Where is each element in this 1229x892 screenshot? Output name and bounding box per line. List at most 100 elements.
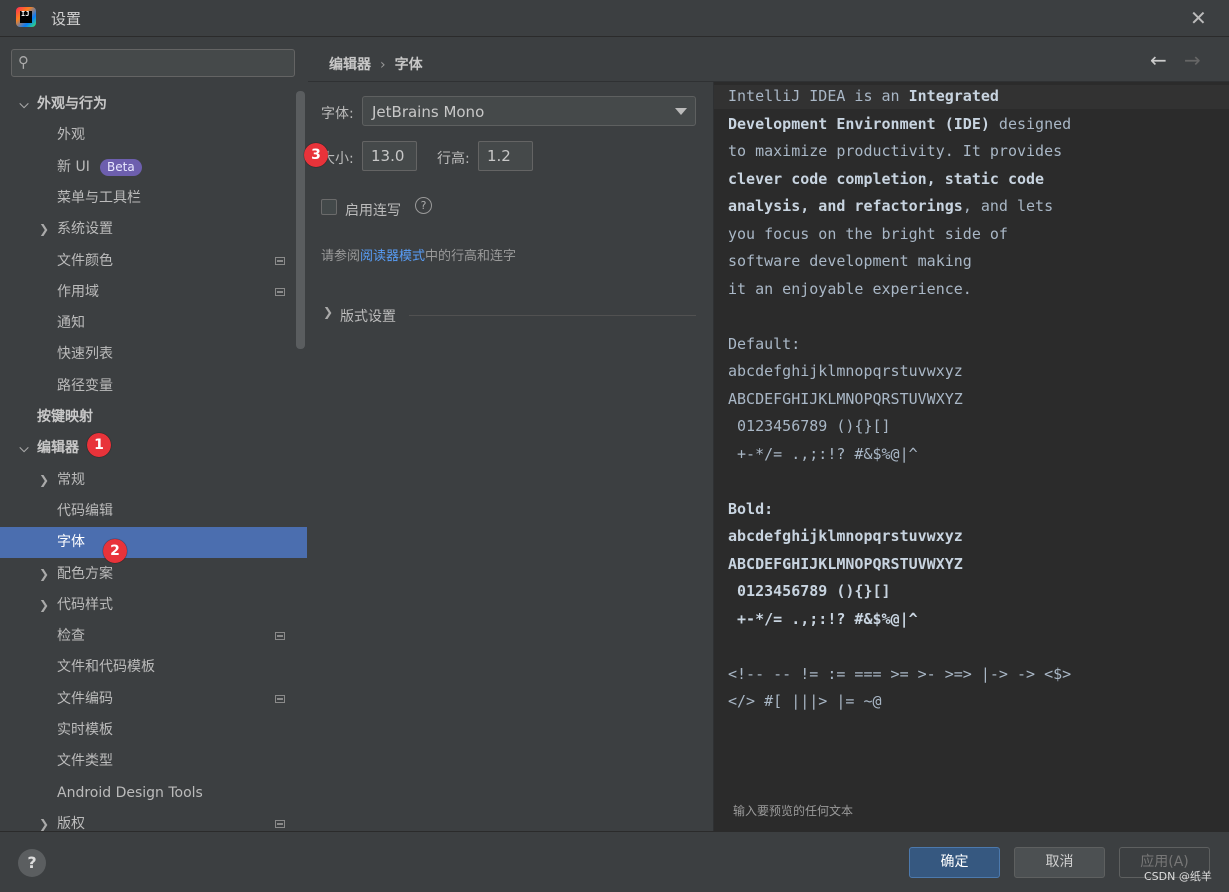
search-icon: ⚲ xyxy=(18,53,29,71)
sidebar-item[interactable]: ⌵ 编辑器 xyxy=(0,433,307,464)
search-input[interactable] xyxy=(40,52,294,76)
forward-arrow-icon[interactable]: → xyxy=(1184,48,1201,72)
sidebar-item-label: 路径变量 xyxy=(57,377,113,394)
sidebar-item-label: 文件和代码模板 xyxy=(57,659,155,676)
sidebar-item[interactable]: 字体 xyxy=(0,527,307,559)
dropdown-arrow-icon xyxy=(675,108,687,115)
sidebar-item[interactable]: 快速列表 xyxy=(0,339,307,370)
section-divider xyxy=(409,315,696,316)
sidebar-item-label: 字体 xyxy=(57,534,85,551)
sidebar-scrollbar[interactable] xyxy=(296,91,305,349)
reader-note-prefix: 请参阅 xyxy=(321,249,361,264)
close-icon[interactable]: ✕ xyxy=(1190,6,1207,30)
sidebar-item-label: 配色方案 xyxy=(57,565,113,582)
sidebar-item[interactable]: ❯ 常规 xyxy=(0,465,307,496)
sidebar-item[interactable]: 路径变量 xyxy=(0,371,307,402)
sidebar-item[interactable]: 文件颜色 xyxy=(0,246,307,277)
sidebar-item-label: 文件类型 xyxy=(57,753,113,770)
ok-button[interactable]: 确定 xyxy=(909,847,1000,878)
sidebar-item-label: 常规 xyxy=(57,471,85,488)
sidebar-item-label: 编辑器 xyxy=(37,440,79,457)
line-height-field[interactable] xyxy=(478,141,533,171)
chevron-right-icon[interactable]: ❯ xyxy=(323,305,333,319)
preview-hint: 输入要预览的任何文本 xyxy=(733,804,854,818)
layout-settings-section[interactable]: 版式设置 xyxy=(340,306,396,326)
preview-text[interactable]: IntelliJ IDEA is an Integrated Developme… xyxy=(728,83,1223,716)
intellij-logo-icon: IJ xyxy=(16,7,36,27)
line-height-label: 行高: xyxy=(437,151,470,167)
page-icon xyxy=(275,256,285,265)
sidebar-item-label: 实时模板 xyxy=(57,722,113,738)
sidebar-item-label: 新 UI xyxy=(57,158,90,175)
help-button[interactable]: ? xyxy=(18,849,46,877)
settings-search[interactable]: ⚲ xyxy=(11,49,295,77)
sidebar-item-label: 外观与行为 xyxy=(37,96,107,112)
sidebar-item[interactable]: 外观 xyxy=(0,120,307,151)
font-dropdown[interactable]: JetBrains Mono xyxy=(362,96,696,126)
breadcrumb-parent[interactable]: 编辑器 xyxy=(329,57,371,73)
sidebar-item[interactable]: 通知 xyxy=(0,308,307,339)
line-height-input[interactable] xyxy=(479,142,532,170)
chevron-right-icon[interactable]: ❯ xyxy=(37,465,51,496)
back-arrow-icon[interactable]: ← xyxy=(1150,48,1167,72)
title-bar: IJ 设置 ✕ xyxy=(0,0,1229,37)
panel-header: 编辑器 › 字体 ← → xyxy=(308,37,1229,82)
reader-mode-link[interactable]: 阅读器模式 xyxy=(360,249,425,264)
sidebar-item-label: 菜单与工具栏 xyxy=(57,189,141,206)
sidebar-item-label: 版权 xyxy=(57,815,85,831)
sidebar-item-label: 通知 xyxy=(57,315,85,332)
sidebar-item[interactable]: ❯ 系统设置 xyxy=(0,214,307,245)
sidebar-item-label: 系统设置 xyxy=(57,221,113,238)
ligatures-label[interactable]: 启用连写 xyxy=(345,200,401,220)
sidebar-item[interactable]: Android Design Tools xyxy=(0,778,307,809)
sidebar-item[interactable]: 按键映射 xyxy=(0,402,307,433)
chevron-right-icon[interactable]: ❯ xyxy=(37,559,51,590)
sidebar-item[interactable]: 文件类型 xyxy=(0,746,307,777)
annotation-marker-3: 3 xyxy=(304,143,328,167)
font-size-field[interactable] xyxy=(362,141,417,171)
sidebar-item[interactable]: 新 UI Beta xyxy=(0,152,307,183)
sidebar-item[interactable]: 检查 xyxy=(0,621,307,652)
sidebar-item[interactable]: ❯ 版权 xyxy=(0,809,307,831)
sidebar-item[interactable]: ⌵ 外观与行为 xyxy=(0,89,307,120)
reader-note-suffix: 中的行高和连字 xyxy=(425,249,517,264)
beta-badge: Beta xyxy=(100,158,142,176)
sidebar-item-label: Android Design Tools xyxy=(57,784,203,801)
breadcrumb-current: 字体 xyxy=(394,57,423,73)
font-settings-panel: 字体: JetBrains Mono 大小: 行高: 启用连写 ? 请参阅阅读器… xyxy=(308,82,712,831)
sidebar-item[interactable]: ❯ 代码样式 xyxy=(0,590,307,621)
cancel-button[interactable]: 取消 xyxy=(1014,847,1105,878)
chevron-right-icon[interactable]: ❯ xyxy=(37,809,51,831)
chevron-down-icon[interactable]: ⌵ xyxy=(17,433,31,464)
font-dropdown-value: JetBrains Mono xyxy=(372,103,485,121)
font-preview[interactable]: IntelliJ IDEA is an Integrated Developme… xyxy=(713,82,1229,831)
sidebar-item[interactable]: 文件和代码模板 xyxy=(0,652,307,683)
font-label: 字体: xyxy=(321,106,354,122)
help-circle-icon[interactable]: ? xyxy=(415,197,432,214)
ligatures-checkbox[interactable] xyxy=(321,199,337,215)
page-icon xyxy=(275,694,285,703)
breadcrumb-separator: › xyxy=(380,57,386,73)
sidebar-item[interactable]: 代码编辑 xyxy=(0,496,307,527)
sidebar-item-label: 外观 xyxy=(57,127,85,144)
sidebar-item[interactable]: 文件编码 xyxy=(0,684,307,715)
chevron-down-icon[interactable]: ⌵ xyxy=(17,89,31,120)
sidebar-item-label: 文件颜色 xyxy=(57,252,113,269)
sidebar-item-label: 快速列表 xyxy=(57,346,113,363)
sidebar-item-label: 文件编码 xyxy=(57,690,113,707)
sidebar-item[interactable]: 菜单与工具栏 xyxy=(0,183,307,214)
page-icon xyxy=(275,287,285,296)
font-size-input[interactable] xyxy=(363,142,416,170)
page-icon xyxy=(275,819,285,828)
sidebar-item-label: 代码样式 xyxy=(57,596,113,613)
sidebar-item[interactable]: ❯ 配色方案 xyxy=(0,559,307,590)
sidebar-item[interactable]: 实时模板 xyxy=(0,715,307,746)
sidebar-item-label: 检查 xyxy=(57,628,85,645)
settings-sidebar: ⚲ ⌵ 外观与行为外观新 UI Beta 菜单与工具栏 ❯ 系统设置文件颜色作用域通知快速… xyxy=(0,37,307,831)
chevron-right-icon[interactable]: ❯ xyxy=(37,590,51,621)
chevron-right-icon[interactable]: ❯ xyxy=(37,214,51,245)
sidebar-item-label: 作用域 xyxy=(57,283,99,300)
sidebar-item[interactable]: 作用域 xyxy=(0,277,307,308)
annotation-marker-2: 2 xyxy=(103,539,127,563)
watermark: CSDN @纸羊 xyxy=(1144,870,1212,883)
